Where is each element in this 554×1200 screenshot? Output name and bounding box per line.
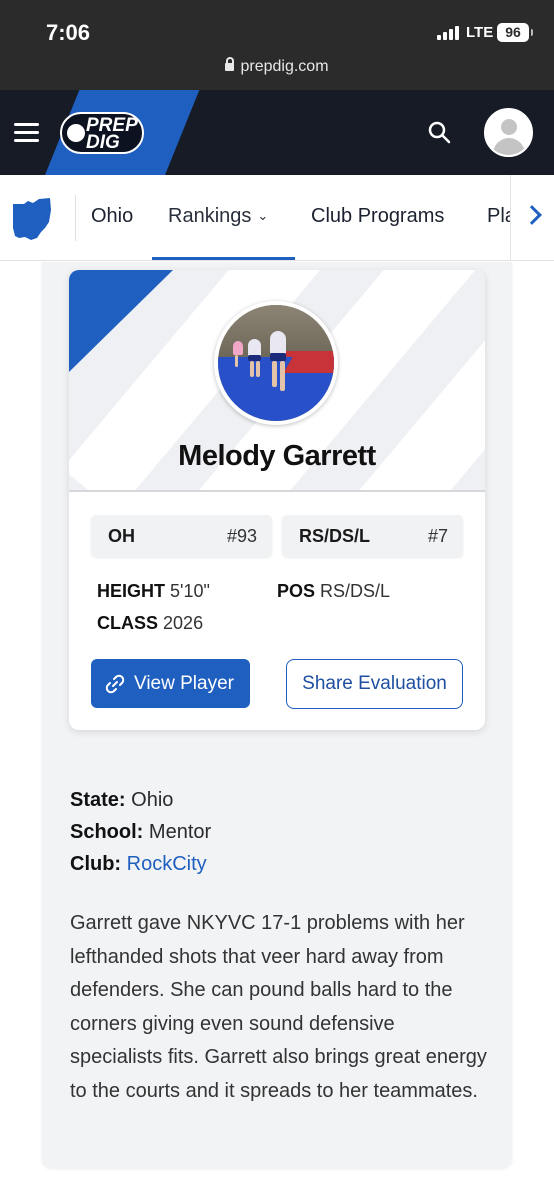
link-icon xyxy=(105,674,125,694)
height-stat: HEIGHT 5'10" xyxy=(97,581,210,601)
position-rank-badge: RS/DS/L #7 xyxy=(282,515,463,557)
club-link[interactable]: RockCity xyxy=(127,853,207,875)
battery-level: 96 xyxy=(505,24,521,40)
detail-state: State: Ohio xyxy=(70,789,174,811)
evaluation-text: Garrett gave NKYVC 17-1 problems with he… xyxy=(70,912,487,1102)
detail-club: Club: RockCity xyxy=(70,853,207,875)
position-rank-badge: OH #93 xyxy=(91,515,272,557)
network-label: LTE xyxy=(466,24,494,41)
status-time: 7:06 xyxy=(46,20,91,45)
state-nav: Ohio Rankings ⌄ Club Programs Pla xyxy=(0,175,554,261)
pos-stat: POS RS/DS/L xyxy=(277,581,391,601)
signal-icon xyxy=(437,26,459,40)
volleyball-icon xyxy=(67,124,85,142)
player-name: Melody Garrett xyxy=(178,440,376,472)
lock-icon xyxy=(225,57,235,71)
nav-item-ohio[interactable]: Ohio xyxy=(91,205,133,228)
view-player-button[interactable]: View Player xyxy=(91,659,250,708)
detail-school: School: Mentor xyxy=(70,821,212,843)
nav-item-rankings[interactable]: Rankings ⌄ xyxy=(168,205,268,228)
user-avatar[interactable] xyxy=(484,108,533,157)
logo-text-dig: DIG xyxy=(86,132,120,153)
chevron-right-icon xyxy=(522,205,542,225)
player-photo xyxy=(214,301,338,425)
prepdig-logo[interactable]: PREP DIG xyxy=(60,112,144,154)
nav-scroll-right-button[interactable] xyxy=(510,175,554,260)
position-label: RS/DS/L xyxy=(299,526,371,546)
class-stat: CLASS 2026 xyxy=(97,613,204,633)
ohio-state-icon xyxy=(13,198,51,240)
position-rank: #93 xyxy=(226,526,257,546)
menu-icon[interactable] xyxy=(14,123,39,142)
address-bar[interactable]: prepdig.com xyxy=(0,57,554,76)
chevron-down-icon: ⌄ xyxy=(257,208,269,223)
share-evaluation-button[interactable]: Share Evaluation xyxy=(286,659,463,709)
status-bar: 7:06 LTE 96 prepdig.com xyxy=(0,0,554,90)
position-rank: #7 xyxy=(427,526,448,546)
player-card: Melody Garrett OH #93 RS/DS/L #7 HEIGHT … xyxy=(69,270,485,730)
nav-active-indicator xyxy=(152,257,295,260)
nav-item-club-programs[interactable]: Club Programs xyxy=(311,205,444,228)
url-text: prepdig.com xyxy=(240,58,329,75)
search-icon[interactable] xyxy=(427,120,451,144)
battery-icon: 96 xyxy=(497,23,533,42)
position-label: OH xyxy=(108,526,135,546)
site-header: PREP DIG xyxy=(0,90,554,175)
